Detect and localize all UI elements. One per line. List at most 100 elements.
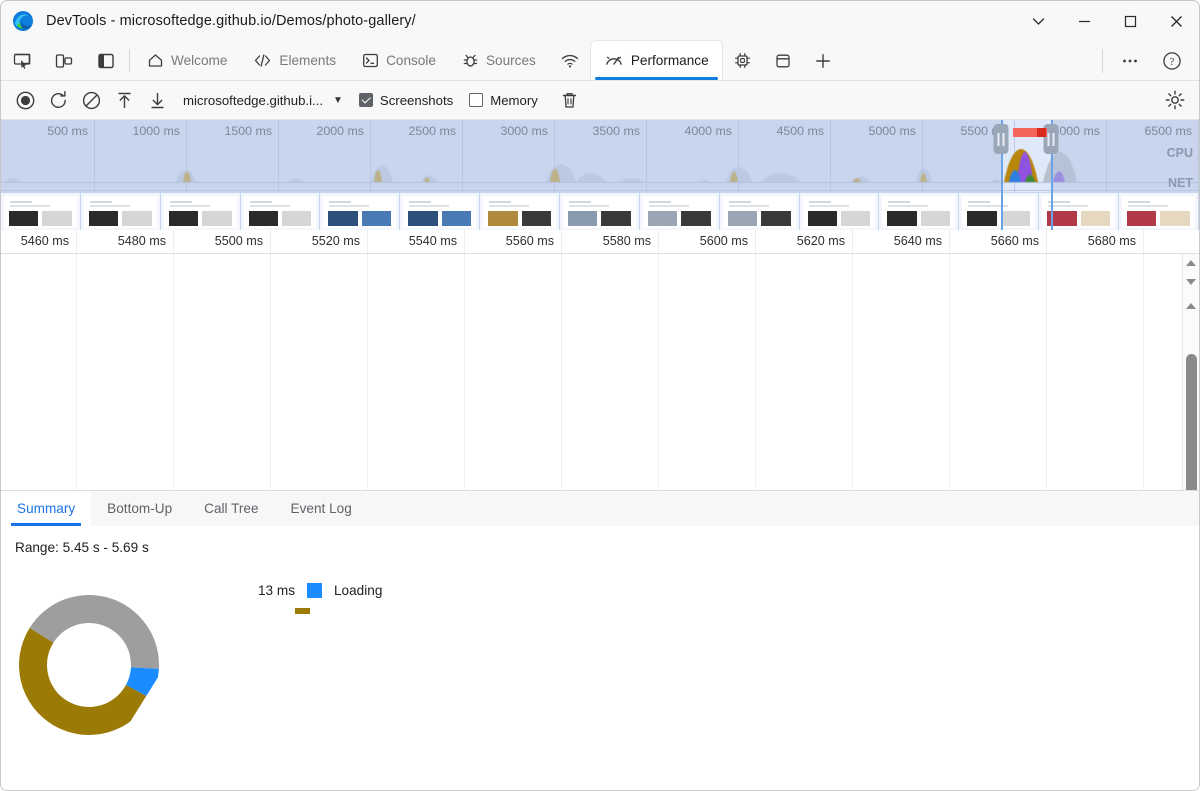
film-strip-frame[interactable] [720,193,800,230]
tab-memory[interactable] [722,41,763,80]
upload-arrow-icon[interactable] [109,85,140,116]
minimize-button[interactable] [1061,1,1107,41]
application-box-icon [774,52,792,70]
frame-image [967,211,996,226]
film-strip-frame[interactable] [1,193,81,230]
film-strip-frame[interactable] [81,193,161,230]
record-circle-icon[interactable] [10,85,41,116]
film-strip-frame[interactable] [480,193,560,230]
vertical-scrollbar[interactable] [1182,254,1199,490]
frame-image-row [887,211,950,226]
scroll-up-arrow-icon[interactable] [1183,254,1199,271]
trash-icon[interactable] [554,85,585,116]
flame-chart[interactable]: Network DSC04162.JPG (microsoftedge.gith… [1,254,1182,490]
film-strip-frame[interactable] [320,193,400,230]
download-arrow-icon[interactable] [142,85,173,116]
tab-elements[interactable]: Elements [240,41,349,80]
tab-summary[interactable]: Summary [1,491,91,526]
film-strip-frame[interactable] [640,193,720,230]
tab-network[interactable] [549,41,591,80]
terminal-icon [362,52,379,69]
screenshots-checkbox[interactable]: Screenshots [359,93,453,108]
frame-thumbnail [4,196,77,228]
tab-welcome[interactable]: Welcome [134,41,240,80]
detail-tick-label: 5540 ms [409,234,464,248]
film-strip-frame[interactable] [800,193,880,230]
frame-placeholder-line [250,205,290,207]
close-button[interactable] [1153,1,1199,41]
more-options-icon[interactable] [1109,51,1151,71]
frame-placeholder-line [489,201,511,203]
checkbox-label: Memory [490,93,538,108]
frame-image [408,211,437,226]
detail-tick-label: 5600 ms [700,234,755,248]
frame-thumbnail [483,196,556,228]
frame-image-row [808,211,871,226]
performance-control-bar: microsoftedge.github.i... ▼ Screenshots … [1,81,1199,120]
film-strip[interactable] [1,192,1199,230]
film-strip-frame[interactable] [560,193,640,230]
chevron-down-icon[interactable] [1015,1,1061,41]
legend-swatch [307,583,322,598]
frame-thumbnail [1042,196,1115,228]
tab-sources[interactable]: Sources [449,41,549,80]
film-strip-frame[interactable] [161,193,241,230]
film-strip-frame[interactable] [879,193,959,230]
help-icon[interactable]: ? [1151,51,1193,71]
maximize-button[interactable] [1107,1,1153,41]
frame-image-row [328,211,391,226]
detail-tick [852,230,853,253]
tab-call-tree[interactable]: Call Tree [188,491,274,526]
memory-checkbox[interactable]: Memory [469,93,538,108]
film-strip-frame[interactable] [400,193,480,230]
frame-image [169,211,198,226]
frame-placeholder-line [329,205,369,207]
tab-bottom-up[interactable]: Bottom-Up [91,491,188,526]
target-url-selector[interactable]: microsoftedge.github.i... ▼ [183,93,343,108]
scroll-up-arrow-2-icon[interactable] [1183,297,1199,314]
timeline-overview[interactable]: 500 ms1000 ms1500 ms2000 ms2500 ms3000 m… [1,120,1199,230]
detail-tick [270,230,271,253]
title-bar: DevTools - microsoftedge.github.io/Demos… [1,1,1199,41]
frame-image [761,211,790,226]
frame-placeholder-line [489,205,529,207]
detail-view-tabs: Summary Bottom-Up Call Tree Event Log [1,490,1199,526]
scroll-down-arrow-2-icon[interactable] [1183,467,1199,484]
detail-tick-label: 5500 ms [215,234,270,248]
detail-tick [658,230,659,253]
tab-application[interactable] [763,41,803,80]
frame-image-row [488,211,551,226]
performance-gauge-icon [604,52,624,69]
tab-console[interactable]: Console [349,41,449,80]
device-toolbar-icon[interactable] [43,41,85,80]
dock-side-icon[interactable] [85,41,127,80]
summary-legend: 13 msLoading [241,578,382,604]
clear-prohibited-icon[interactable] [76,85,107,116]
selection-left-handle[interactable] [994,124,1009,154]
add-panel-button[interactable] [803,41,843,80]
reload-icon[interactable] [43,85,74,116]
detail-tick [561,230,562,253]
scroll-down-arrow-icon[interactable] [1183,273,1199,290]
frame-image-row [1047,211,1110,226]
film-strip-frame[interactable] [1119,193,1199,230]
inspect-icon[interactable] [1,41,43,80]
tab-event-log[interactable]: Event Log [275,491,368,526]
tab-performance[interactable]: Performance [591,41,722,80]
frame-placeholder-line [809,201,831,203]
frame-thumbnail [962,196,1035,228]
frame-image [681,211,710,226]
frame-image [9,211,38,226]
frame-placeholder-line [409,201,431,203]
selection-red-marker-2 [1037,128,1046,137]
frame-image-row [728,211,791,226]
legend-row[interactable]: 13 msLoading [241,578,382,604]
frame-image-row [648,211,711,226]
film-strip-frame[interactable] [241,193,321,230]
frame-thumbnail [803,196,876,228]
film-strip-frame[interactable] [959,193,1039,230]
gear-icon[interactable] [1159,85,1190,116]
frame-thumbnail [882,196,955,228]
toolbar-divider-2 [1102,49,1103,73]
frame-placeholder-line [569,201,591,203]
